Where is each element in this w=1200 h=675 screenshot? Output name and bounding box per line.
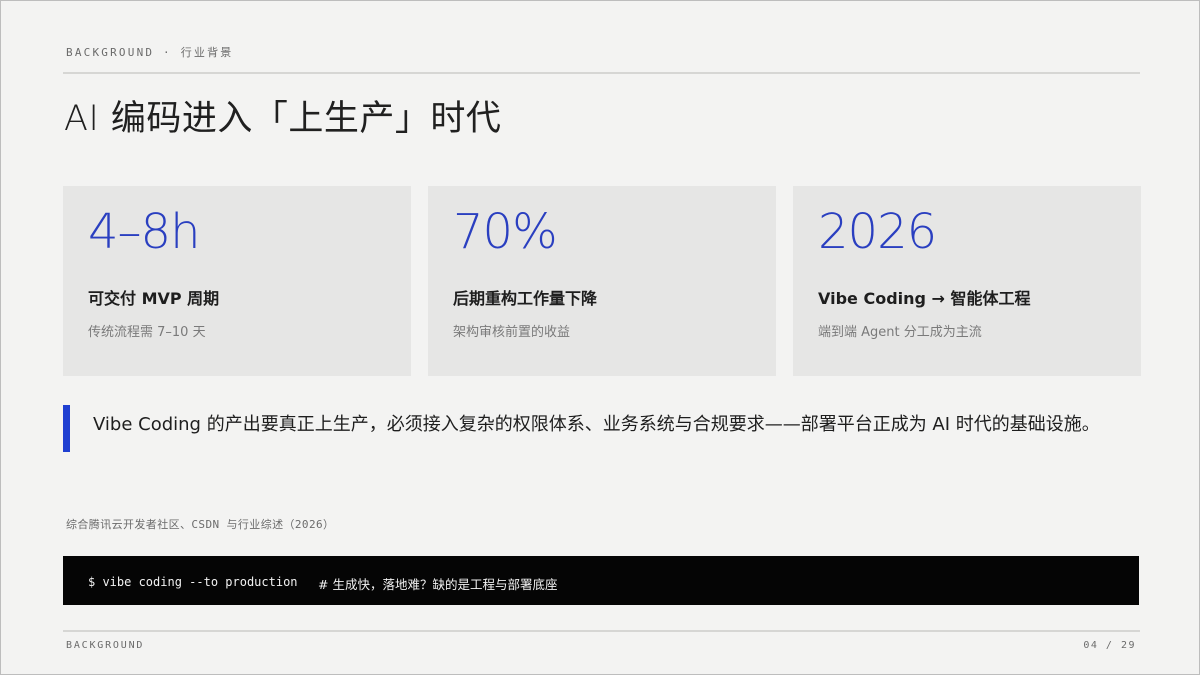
stat-caption: 端到端 Agent 分工成为主流 [818,325,982,340]
stat-label: Vibe Coding → 智能体工程 [818,289,1031,308]
stat-label: 可交付 MVP 周期 [88,289,220,308]
terminal-command: $ vibe coding --to production [88,575,298,589]
page-number: 04 / 29 [1083,640,1136,651]
stat-value: 70% [453,204,558,260]
bottom-divider [63,630,1140,632]
stat-card-refactor: 70% 后期重构工作量下降 架构审核前置的收益 [428,186,776,376]
quote-accent-bar [63,405,70,452]
section-eyebrow: BACKGROUND · 行业背景 [66,46,234,59]
stat-label: 后期重构工作量下降 [453,289,598,308]
stat-caption: 传统流程需 7–10 天 [88,325,206,340]
footer-section-label: BACKGROUND [66,640,145,651]
stat-card-year: 2026 Vibe Coding → 智能体工程 端到端 Agent 分工成为主… [793,186,1141,376]
stat-value: 2026 [818,204,937,260]
slide-title: AI 编码进入「上生产」时代 [64,99,502,139]
key-quote: Vibe Coding 的产出要真正上生产，必须接入复杂的权限体系、业务系统与合… [93,414,1100,435]
terminal-comment: # 生成快，落地难？缺的是工程与部署底座 [318,577,558,592]
source-note: 综合腾讯云开发者社区、CSDN 与行业综述（2026） [66,518,335,531]
stat-card-mvp: 4–8h 可交付 MVP 周期 传统流程需 7–10 天 [63,186,411,376]
top-divider [63,72,1140,74]
stat-value: 4–8h [88,204,200,260]
stat-caption: 架构审核前置的收益 [453,325,571,340]
terminal-block: $ vibe coding --to production # 生成快，落地难？… [63,556,1139,605]
